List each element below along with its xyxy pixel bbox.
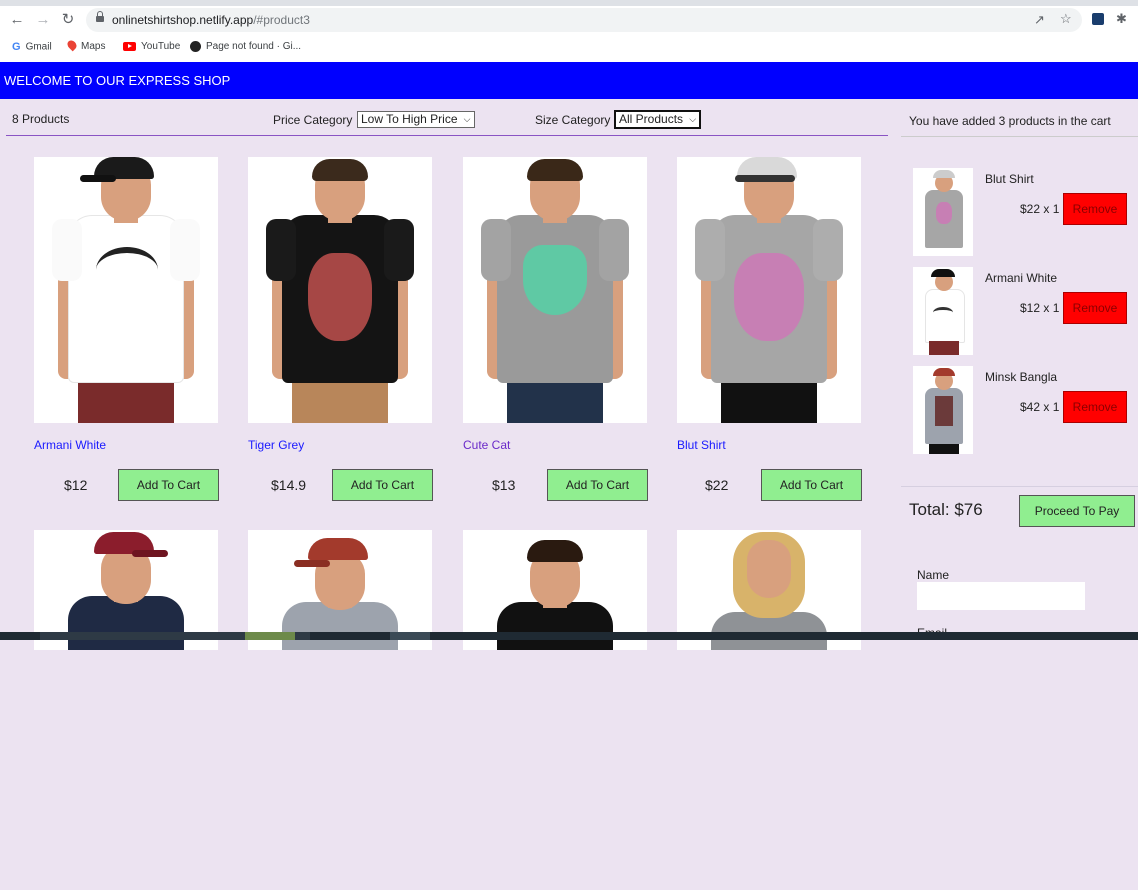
os-taskbar (0, 632, 1138, 640)
price-category-label: Price Category (273, 113, 353, 127)
cart-message: You have added 3 products in the cart (909, 114, 1111, 128)
cart-divider (901, 486, 1138, 487)
product-card: Armani White $12 Add To Cart (34, 157, 220, 517)
product-card (248, 530, 434, 890)
product-card: Cute Cat $13 Add To Cart (463, 157, 649, 517)
browser-toolbar: ← → ↻ onlinetshirtshop.netlify.app/#prod… (0, 0, 1138, 62)
cart-item: Minsk Bangla $42 x 1 Remove (913, 366, 1138, 456)
bookmark-youtube[interactable]: YouTube (123, 38, 180, 56)
product-price: $12 (64, 477, 88, 493)
product-name-link[interactable]: Cute Cat (463, 438, 510, 452)
cart-item-name: Minsk Bangla (985, 370, 1058, 384)
product-price: $13 (492, 477, 516, 493)
cart-item-price-qty: $42 x 1 (1020, 400, 1060, 414)
bookmark-maps[interactable]: Maps (65, 38, 105, 56)
product-price: $14.9 (271, 477, 307, 493)
product-name-link[interactable]: Blut Shirt (677, 438, 726, 452)
extension-icon[interactable] (1092, 13, 1104, 25)
cart-total: Total: $76 (909, 500, 983, 519)
url-text[interactable]: onlinetshirtshop.netlify.app/#product3 (112, 13, 310, 27)
product-card: Tiger Grey $14.9 Add To Cart (248, 157, 434, 517)
product-card (34, 530, 220, 890)
star-icon[interactable]: ☆ (1060, 11, 1072, 27)
lock-icon[interactable] (96, 11, 104, 23)
cart-item: Armani White $12 x 1 Remove (913, 267, 1138, 357)
add-to-cart-button[interactable]: Add To Cart (332, 469, 433, 501)
youtube-icon (123, 41, 136, 51)
product-image[interactable] (463, 157, 647, 423)
name-input[interactable] (917, 582, 1085, 610)
maps-icon (65, 38, 79, 52)
product-name-link[interactable]: Armani White (34, 438, 106, 452)
cart-item-price-qty: $22 x 1 (1020, 202, 1060, 216)
size-category-label: Size Category (535, 113, 611, 127)
name-label: Name (917, 568, 950, 582)
bookmark-github[interactable]: Page not found · Gi... (190, 38, 301, 56)
google-icon: G (12, 41, 21, 53)
cart-item-image (913, 366, 973, 454)
size-category-select[interactable]: All Products ⌵ (614, 110, 702, 129)
product-card (463, 530, 649, 890)
site-title: WELCOME TO OUR EXPRESS SHOP (4, 73, 231, 88)
forward-icon[interactable]: → (35, 12, 51, 28)
remove-button[interactable]: Remove (1063, 292, 1127, 324)
cart-item-name: Armani White (985, 271, 1058, 285)
puzzle-icon[interactable]: ✱ (1116, 11, 1127, 27)
chevron-down-icon: ⌵ (689, 114, 697, 124)
cart-item-image (913, 267, 973, 355)
product-image[interactable] (34, 157, 218, 423)
price-category-select[interactable]: Low To High Price ⌵ (357, 111, 475, 128)
product-card (677, 530, 863, 890)
remove-button[interactable]: Remove (1063, 193, 1127, 225)
product-card: Blut Shirt $22 Add To Cart (677, 157, 863, 517)
back-icon[interactable]: ← (9, 12, 25, 28)
cart-item-name: Blut Shirt (985, 172, 1034, 186)
add-to-cart-button[interactable]: Add To Cart (118, 469, 219, 501)
cart-item-image (913, 168, 973, 256)
product-count: 8 Products (12, 112, 70, 126)
product-name-link[interactable]: Tiger Grey (248, 438, 304, 452)
reload-icon[interactable]: ↻ (60, 12, 76, 28)
cart-item: Blut Shirt $22 x 1 Remove (913, 168, 1138, 258)
add-to-cart-button[interactable]: Add To Cart (761, 469, 862, 501)
product-image[interactable] (248, 157, 432, 423)
product-price: $22 (705, 477, 729, 493)
filter-bar: 8 Products Price Category Low To High Pr… (6, 104, 888, 136)
chevron-down-icon: ⌵ (463, 114, 471, 124)
share-icon[interactable]: ↗ (1034, 12, 1045, 28)
bookmark-gmail[interactable]: G Gmail (12, 38, 52, 56)
cart-item-price-qty: $12 x 1 (1020, 301, 1060, 315)
remove-button[interactable]: Remove (1063, 391, 1127, 423)
address-bar[interactable]: onlinetshirtshop.netlify.app/#product3 ↗… (86, 8, 1082, 32)
cart-header: You have added 3 products in the cart (901, 104, 1138, 137)
add-to-cart-button[interactable]: Add To Cart (547, 469, 648, 501)
tab-strip (0, 0, 1138, 6)
proceed-to-pay-button[interactable]: Proceed To Pay (1019, 495, 1135, 527)
github-icon (190, 40, 201, 52)
product-image[interactable] (677, 157, 861, 423)
site-header: WELCOME TO OUR EXPRESS SHOP (0, 62, 1138, 99)
